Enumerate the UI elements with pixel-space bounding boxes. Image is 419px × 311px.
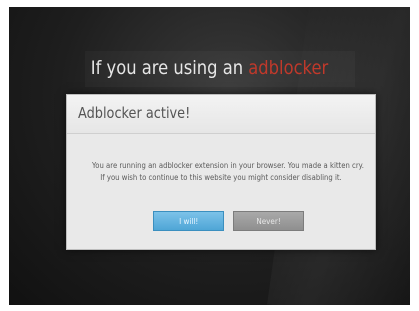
i-will-button-label: I will! <box>178 217 199 226</box>
adblocker-dialog: Adblocker active! You are running an adb… <box>66 94 376 250</box>
screen-frame: If you are using an adblocker Adblocker … <box>9 7 410 305</box>
dialog-message-line-1: You are running an adblocker extension i… <box>92 161 364 170</box>
dialog-body: You are running an adblocker extension i… <box>67 134 375 249</box>
never-button-label: Never! <box>256 217 281 226</box>
never-button[interactable]: Never! <box>233 211 304 231</box>
dialog-title: Adblocker active! <box>78 104 191 122</box>
dialog-message-line-2: If you wish to continue to this website … <box>100 173 342 182</box>
headline-prefix: If you are using an <box>90 57 244 79</box>
i-will-button[interactable]: I will! <box>153 211 224 231</box>
background-headline: If you are using an adblocker <box>37 57 382 79</box>
dialog-header: Adblocker active! <box>67 95 375 134</box>
headline-accent: adblocker <box>248 57 329 79</box>
